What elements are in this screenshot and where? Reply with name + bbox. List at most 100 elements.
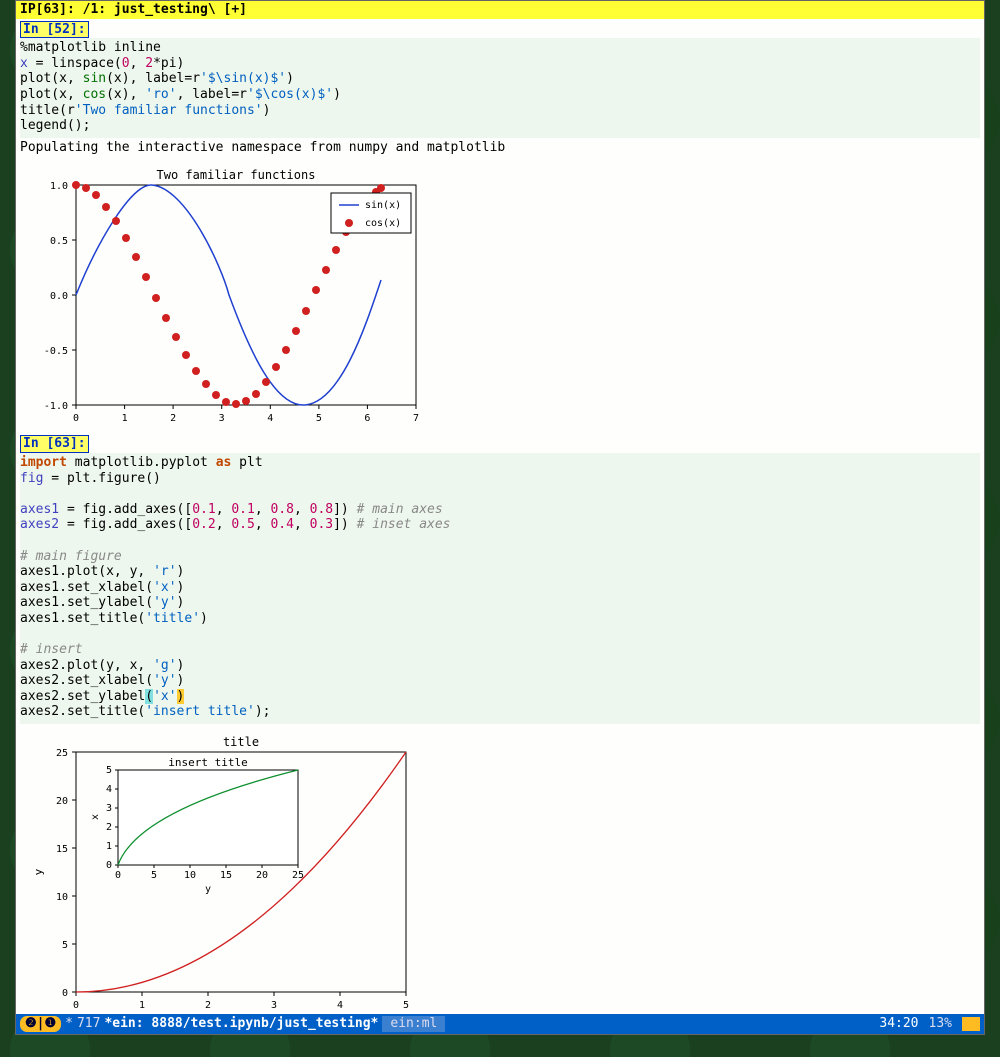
modeline: ❷|❶ * 717 *ein: 8888/test.ipynb/just_tes…	[16, 1014, 984, 1034]
svg-text:3: 3	[271, 1000, 277, 1011]
code-tok: = plt.figure()	[43, 471, 160, 486]
code-tok: as	[216, 455, 232, 470]
linecount: 717	[77, 1016, 100, 1032]
modeline-end-icon	[962, 1017, 980, 1031]
inset-x-axis: 0 5 10 15 20 25	[115, 865, 304, 881]
code-tok: 'insert title'	[145, 704, 255, 719]
code-tok: ,	[216, 502, 232, 517]
cell-52-body[interactable]: %matplotlib inline x = linspace(0, 2*pi)…	[20, 38, 980, 138]
code-tok: 'title'	[145, 611, 200, 626]
cell-prompt-63[interactable]: In [63]:	[20, 435, 89, 453]
svg-text:10: 10	[56, 892, 68, 903]
svg-text:1.0: 1.0	[50, 181, 68, 192]
svg-text:0: 0	[62, 988, 68, 999]
chart2-title: title	[223, 735, 259, 749]
svg-text:1: 1	[139, 1000, 145, 1011]
svg-text:1: 1	[122, 413, 128, 424]
code-tok: axes1.set_xlabel(	[20, 580, 153, 595]
code-tok: axes1	[20, 502, 59, 517]
svg-text:25: 25	[292, 870, 304, 881]
code-tok: ,	[294, 502, 310, 517]
code-tok: )	[263, 103, 271, 118]
code-tok: axes2	[20, 517, 59, 532]
code-tok: 'r'	[153, 564, 176, 579]
code-tok: )	[286, 71, 294, 86]
svg-text:6: 6	[364, 413, 370, 424]
svg-text:15: 15	[56, 844, 68, 855]
svg-text:3: 3	[106, 803, 112, 814]
code-tok: , label=r	[177, 87, 247, 102]
code-tok: # main figure	[20, 549, 122, 564]
svg-text:5: 5	[106, 765, 112, 776]
code-tok: plot(x,	[20, 71, 83, 86]
code-tok: axes2.set_ylabel	[20, 689, 145, 704]
plot-2: title 0 5 10 15 20 25 0 1	[20, 724, 980, 1014]
cell-63-body[interactable]: import matplotlib.pyplot as plt fig = pl…	[20, 453, 980, 724]
chart-title: Two familiar functions	[157, 168, 316, 182]
workspace-badge[interactable]: ❷|❶	[20, 1016, 61, 1032]
window-titlebar: IP[63]: /1: just_testing\ [+]	[16, 1, 984, 19]
code-tok: = linspace(	[28, 56, 122, 71]
svg-text:3: 3	[219, 413, 225, 424]
code-tok: )	[177, 673, 185, 688]
svg-text:4: 4	[337, 1000, 343, 1011]
main-x-axis: 0 1 2 3 4 5	[73, 992, 409, 1011]
code-tok: *pi)	[153, 56, 184, 71]
svg-text:2: 2	[106, 822, 112, 833]
code-tok: 0.8	[270, 502, 293, 517]
buffer-content[interactable]: In [52]: %matplotlib inline x = linspace…	[16, 19, 984, 1015]
code-line[interactable]: %matplotlib inline	[20, 40, 161, 55]
svg-text:1: 1	[106, 841, 112, 852]
code-tok: # inset axes	[357, 517, 451, 532]
code-tok: (x), label=r	[106, 71, 200, 86]
code-tok: ,	[130, 56, 146, 71]
legend: sin(x) cos(x)	[331, 193, 411, 233]
svg-text:4: 4	[106, 784, 112, 795]
cursor-open-paren: (	[145, 689, 153, 704]
code-tok: )	[200, 611, 208, 626]
svg-text:5: 5	[403, 1000, 409, 1011]
cursor-pos: 34:20	[879, 1016, 918, 1032]
code-tok: 0.1	[231, 502, 254, 517]
svg-text:0: 0	[106, 860, 112, 871]
cell-prompt-52[interactable]: In [52]:	[20, 21, 89, 39]
code-tok: 'y'	[153, 673, 176, 688]
code-tok: )	[177, 595, 185, 610]
x-axis: 0 1 2 3 4 5 6 7	[73, 405, 419, 424]
code-tok: # main axes	[357, 502, 443, 517]
inset-ylabel: x	[90, 814, 101, 820]
svg-text:0: 0	[73, 413, 79, 424]
svg-text:-1.0: -1.0	[44, 401, 68, 412]
y-axis: -1.0 -0.5 0.0 0.5 1.0	[44, 181, 76, 412]
modified-star: *	[65, 1016, 73, 1032]
code-tok: ,	[255, 517, 271, 532]
code-tok: 'g'	[153, 658, 176, 673]
code-tok: axes1.plot(x, y,	[20, 564, 153, 579]
buffer-name[interactable]: *ein: 8888/test.ipynb/just_testing*	[104, 1016, 378, 1032]
scroll-pct: 13%	[929, 1016, 952, 1032]
svg-text:0.5: 0.5	[50, 236, 68, 247]
code-tok: ])	[333, 517, 356, 532]
code-tok: plot(x,	[20, 87, 83, 102]
major-mode[interactable]: ein:ml	[382, 1016, 445, 1032]
inset-title: insert title	[168, 756, 247, 769]
code-tok: ,	[216, 517, 232, 532]
code-tok: 0.4	[270, 517, 293, 532]
code-tok: # insert	[20, 642, 83, 657]
code-tok: 0.1	[192, 502, 215, 517]
code-tok: )	[333, 87, 341, 102]
code-tok: axes2.set_xlabel(	[20, 673, 153, 688]
plot-1: Two familiar functions -1.0 -0.5 0.0 0.5…	[20, 157, 980, 433]
svg-text:10: 10	[184, 870, 196, 881]
svg-text:2: 2	[170, 413, 176, 424]
chart-two-familiar: Two familiar functions -1.0 -0.5 0.0 0.5…	[26, 165, 426, 425]
code-tok: axes1.set_title(	[20, 611, 145, 626]
main-ylabel: y	[32, 868, 45, 875]
code-tok: );	[255, 704, 271, 719]
code-tok: )	[177, 658, 185, 673]
legend-cos: cos(x)	[365, 218, 401, 229]
code-tok: matplotlib.pyplot	[67, 455, 216, 470]
code-tok: 0.8	[310, 502, 333, 517]
code-tok: 0.3	[310, 517, 333, 532]
code-tok: axes1.set_ylabel(	[20, 595, 153, 610]
